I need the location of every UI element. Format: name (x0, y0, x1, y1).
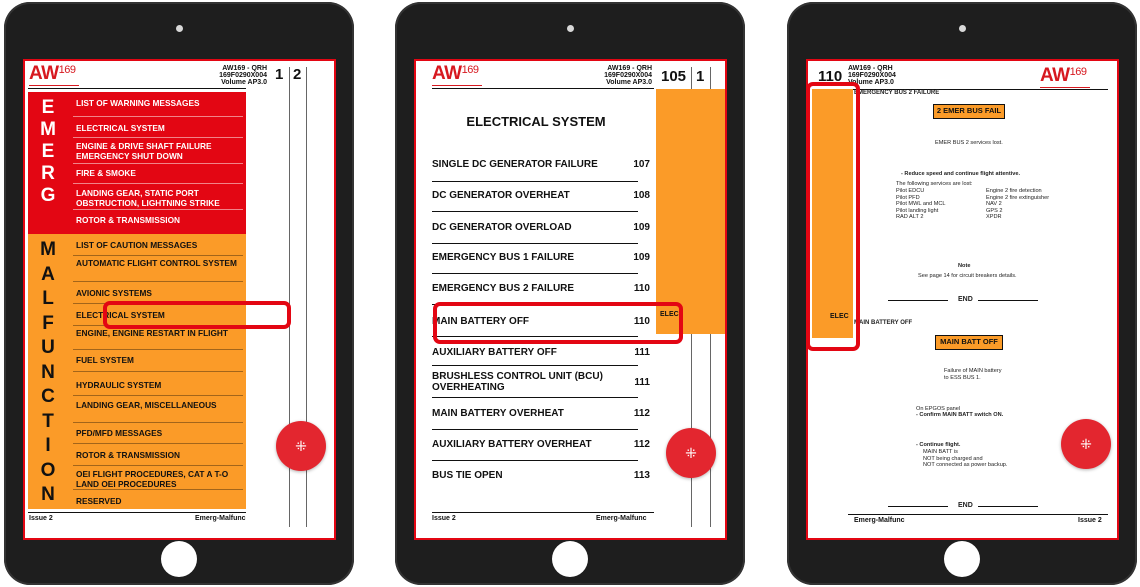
services-right-list: Engine 2 fire detection Engine 2 fire ext… (986, 188, 1050, 220)
services-lost-text: EMER BUS 2 services lost. (935, 140, 1003, 146)
menu-oei-procedures[interactable]: OEI FLIGHT PROCEDURES, CAT A T-O LAND OE… (73, 468, 243, 490)
section-heading-main-batt-off: MAIN BATTERY OFF (854, 320, 913, 326)
next-page-number: 2 (293, 66, 302, 83)
highlight-elec-tab (806, 82, 860, 351)
menu-hydraulic-system[interactable]: HYDRAULIC SYSTEM (73, 374, 243, 396)
toc-bcu-overheating[interactable]: BRUSHLESS CONTROL UNIT (BCU) OVERHEATING… (432, 371, 652, 393)
following-services-text: The following services are lost: (896, 181, 973, 187)
footer-section: Emerg-Malfunc (596, 515, 647, 522)
highlight-main-battery-off (433, 302, 683, 344)
collapse-arrows-icon: ⁜ (295, 438, 307, 454)
menu-fuel-system[interactable]: FUEL SYSTEM (73, 352, 243, 372)
home-button[interactable] (161, 541, 197, 577)
collapse-button[interactable]: ⁜ (276, 421, 326, 471)
menu-pfd-mfd-messages[interactable]: PFD/MFD MESSAGES (73, 425, 243, 444)
failure-text: Failure of MAIN battery to ESS BUS 1. (944, 368, 1002, 381)
note-text: See page 14 for circuit breakers details… (918, 273, 1017, 279)
menu-engine-drive-shaft[interactable]: ENGINE & DRIVE SHAFT FAILURE EMERGENCY S… (73, 140, 243, 164)
services-left-list: Pilot EDCU Pilot PFD Pilot MWL and MCL Pilo… (896, 188, 946, 220)
footer-section: Emerg-Malfunc (195, 515, 246, 522)
collapse-button[interactable]: ⁜ (666, 428, 716, 478)
tablet-1: AW169 AW169 - QRH 169F0290X004 Volume AP3.… (4, 2, 354, 585)
footer-issue: Issue 2 (29, 515, 53, 522)
emerg-vertical-label: EMERG (40, 97, 56, 206)
toc-single-dc-gen[interactable]: SINGLE DC GENERATOR FAILURE 107 (432, 159, 652, 170)
aw169-logo: AW169 (432, 63, 479, 84)
toc-main-battery-overheat[interactable]: MAIN BATTERY OVERHEAT 112 (432, 408, 652, 419)
menu-reserved[interactable]: RESERVED (73, 492, 243, 509)
toc-aux-battery-off[interactable]: AUXILIARY BATTERY OFF 111 (432, 347, 652, 358)
aw169-logo: AW169 (1040, 65, 1087, 86)
highlight-electrical-system (103, 301, 291, 329)
menu-engine-restart[interactable]: ENGINE, ENGINE RESTART IN FLIGHT (73, 328, 243, 350)
tablet-3: 110 AW169 - QRH 169F0290X004 Volume AP3.0 … (787, 2, 1137, 585)
home-button[interactable] (944, 541, 980, 577)
menu-emerg-electrical[interactable]: ELECTRICAL SYSTEM (73, 119, 243, 138)
camera-icon (567, 25, 574, 32)
menu-warning-messages[interactable]: LIST OF WARNING MESSAGES (73, 97, 243, 117)
end-label-2: END (958, 502, 973, 509)
note-title: Note (958, 263, 971, 269)
footer-section: Emerg-Malfunc (854, 517, 905, 524)
footer-issue: Issue 2 (1078, 517, 1102, 524)
menu-caution-messages[interactable]: LIST OF CAUTION MESSAGES (73, 239, 243, 256)
batt-status-text: MAIN BATT is NOT being charged and NOT con… (923, 449, 1008, 468)
menu-landing-gear-static[interactable]: LANDING GEAR, STATIC PORT OBSTRUCTION, L… (73, 186, 243, 210)
doc-id: AW169 - QRH 169F0290X004 Volume AP3.0 (219, 65, 267, 86)
page-number: 1 (275, 66, 284, 83)
reduce-speed-text: - Reduce speed and continue flight atten… (901, 171, 1021, 177)
annunciator-2-emer-bus-fail: 2 EMER BUS FAIL (933, 104, 1005, 119)
toc-dc-gen-overheat[interactable]: DC GENERATOR OVERHEAT 108 (432, 190, 652, 201)
end-label-1: END (958, 296, 973, 303)
aw169-logo: AW169 (29, 63, 76, 84)
annunciator-main-batt-off: MAIN BATT OFF (935, 335, 1003, 350)
camera-icon (959, 25, 966, 32)
toc-emer-bus2[interactable]: EMERGENCY BUS 2 FAILURE 110 (432, 283, 652, 294)
next-page-number: 1 (696, 68, 705, 85)
footer-issue: Issue 2 (432, 515, 456, 522)
page-title: ELECTRICAL SYSTEM (466, 114, 606, 129)
toc-emer-bus1[interactable]: EMERGENCY BUS 1 FAILURE 109 (432, 252, 652, 263)
section-tab (656, 89, 725, 334)
menu-emerg-rotor[interactable]: ROTOR & TRANSMISSION (73, 212, 243, 232)
collapse-arrows-icon: ⁜ (685, 445, 697, 461)
collapse-arrows-icon: ⁜ (1080, 436, 1092, 452)
malfunction-vertical-label: MALFUNCTION (40, 239, 56, 505)
tablet-2: AW169 AW169 - QRH 169F0290X004 Volume AP3.… (395, 2, 745, 585)
collapse-button[interactable]: ⁜ (1061, 419, 1111, 469)
page-number: 105 (661, 68, 687, 85)
doc-id: AW169 - QRH 169F0290X004 Volume AP3.0 (604, 65, 652, 86)
menu-afcs[interactable]: AUTOMATIC FLIGHT CONTROL SYSTEM (73, 258, 243, 282)
menu-malf-rotor[interactable]: ROTOR & TRANSMISSION (73, 446, 243, 466)
home-button[interactable] (552, 541, 588, 577)
continue-text: - Continue flight. (916, 442, 961, 448)
toc-aux-battery-overheat[interactable]: AUXILIARY BATTERY OVERHEAT 112 (432, 439, 652, 450)
confirm-text: - Confirm MAIN BATT switch ON. (916, 412, 1004, 418)
menu-landing-gear-misc[interactable]: LANDING GEAR, MISCELLANEOUS (73, 398, 243, 423)
toc-dc-gen-overload[interactable]: DC GENERATOR OVERLOAD 109 (432, 222, 652, 233)
menu-fire-smoke[interactable]: FIRE & SMOKE (73, 166, 243, 184)
camera-icon (176, 25, 183, 32)
section-heading-emer-bus2: EMERGENCY BUS 2 FAILURE (854, 90, 940, 96)
toc-bus-tie-open[interactable]: BUS TIE OPEN 113 (432, 470, 652, 481)
